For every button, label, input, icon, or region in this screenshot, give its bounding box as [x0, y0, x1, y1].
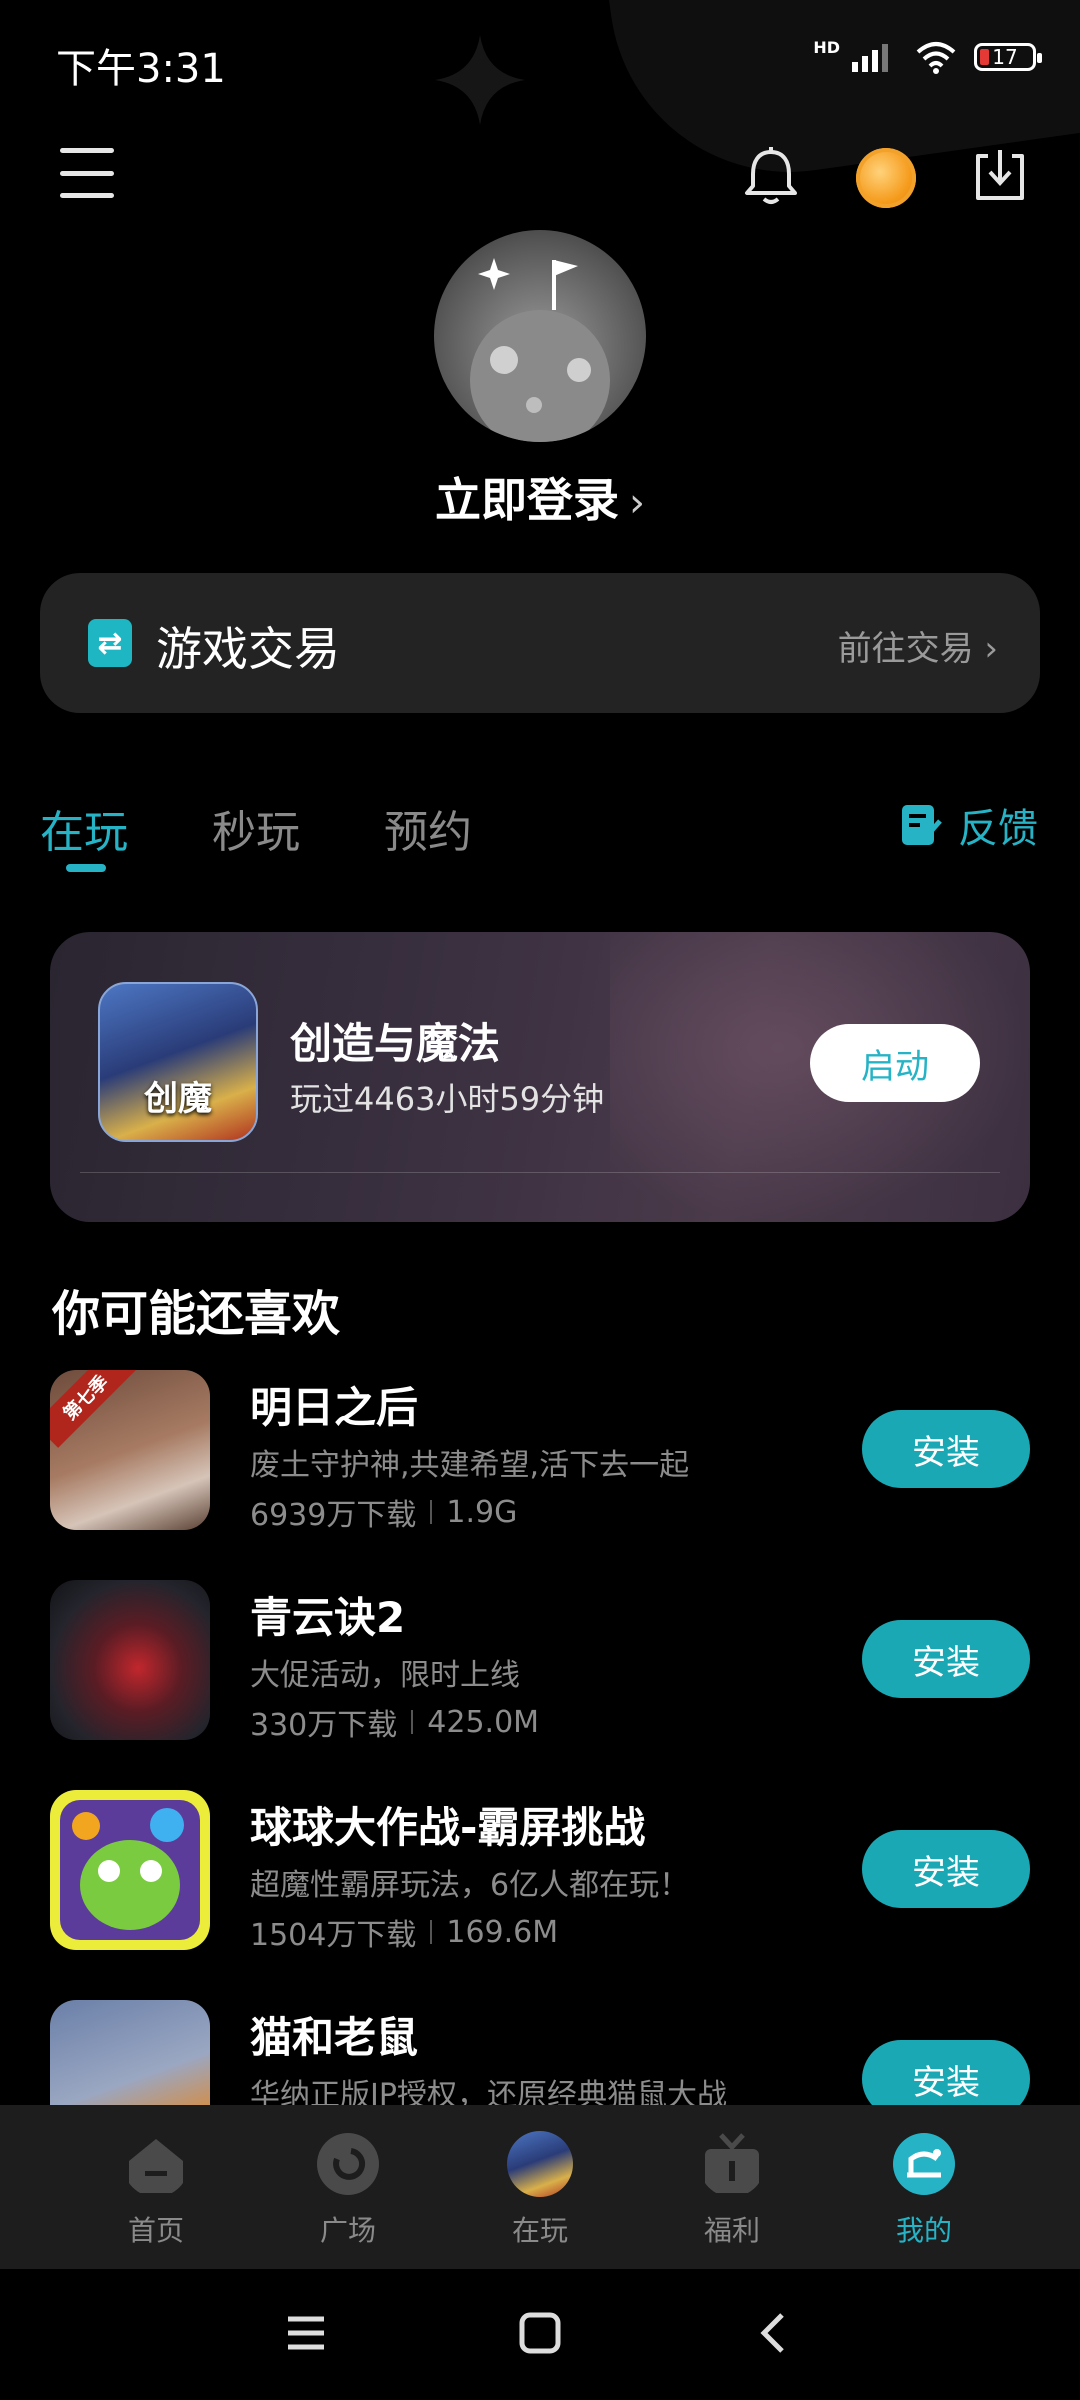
feedback-label: 反馈: [958, 806, 1038, 852]
app-icon: 第七季: [50, 1370, 210, 1530]
menu-button[interactable]: [60, 148, 114, 198]
game-playtime: 玩过4463小时59分钟: [290, 1080, 605, 1118]
signal-icon: [852, 44, 888, 72]
season-badge: 第七季: [50, 1370, 136, 1448]
coin-icon[interactable]: [856, 148, 916, 208]
bottom-nav: 首页 广场 在玩 福利 我的: [0, 2105, 1080, 2269]
bell-icon[interactable]: [742, 146, 800, 206]
nav-label: 广场: [319, 2214, 376, 2247]
login-label: 立即登录: [435, 473, 619, 527]
game-trade-card[interactable]: ⇄ 游戏交易 前往交易 ›: [40, 573, 1040, 713]
trade-title: 游戏交易: [156, 622, 340, 676]
feedback-icon: [902, 805, 942, 845]
gift-icon: [705, 2133, 759, 2193]
nav-playing[interactable]: 在玩: [470, 2131, 610, 2249]
app-meta: 6939万下载 1.9G: [250, 1490, 517, 1534]
launch-button[interactable]: 启动: [810, 1024, 980, 1102]
app-downloads: 1504万下载: [250, 1918, 417, 1953]
profile-icon: [893, 2133, 955, 2195]
home-button-icon[interactable]: [518, 2311, 562, 2355]
sparkle-decoration-icon: [435, 35, 525, 125]
app-icon: [50, 1790, 210, 1950]
install-button[interactable]: 安装: [862, 1830, 1030, 1908]
tab-indicator: [66, 864, 106, 872]
nav-label: 首页: [127, 2214, 184, 2247]
status-icons: HD 17: [813, 38, 1042, 74]
nav-label: 在玩: [511, 2214, 568, 2247]
list-item[interactable]: 球球大作战-霸屏挑战 超魔性霸屏玩法，6亿人都在玩！ 1504万下载 169.6M…: [0, 1790, 1080, 1960]
app-downloads: 6939万下载: [250, 1498, 417, 1533]
hd-indicator: HD: [813, 38, 840, 57]
playing-game-card[interactable]: 创魔 创造与魔法 玩过4463小时59分钟 启动: [50, 932, 1030, 1222]
list-item[interactable]: 青云诀2 大促活动，限时上线 330万下载 425.0M 安装: [0, 1580, 1080, 1750]
tab-reserve[interactable]: 预约: [384, 796, 472, 860]
game-icon: 创魔: [98, 982, 258, 1142]
download-icon[interactable]: [972, 146, 1028, 204]
app-name: 明日之后: [250, 1383, 419, 1432]
chevron-right-icon: ›: [629, 480, 645, 526]
system-nav-bar: [0, 2269, 1080, 2400]
app-name: 猫和老鼠: [250, 2013, 419, 2062]
app-meta: 330万下载 425.0M: [250, 1700, 539, 1744]
status-time: 下午3:31: [56, 46, 226, 92]
app-icon: [50, 1580, 210, 1740]
app-desc: 废土守护神,共建希望,活下去一起: [250, 1448, 690, 1483]
nav-welfare[interactable]: 福利: [662, 2131, 802, 2249]
swap-icon: ⇄: [88, 619, 132, 667]
battery-level: 17: [992, 45, 1018, 69]
back-icon[interactable]: [752, 2311, 796, 2355]
recent-apps-icon[interactable]: [284, 2311, 328, 2355]
feedback-button[interactable]: 反馈: [900, 796, 1038, 854]
app-size: 1.9G: [446, 1494, 518, 1530]
install-button[interactable]: 安装: [862, 1620, 1030, 1698]
app-size: 169.6M: [446, 1914, 559, 1950]
game-name: 创造与魔法: [290, 1019, 501, 1068]
home-icon: [129, 2139, 183, 2193]
game-icon-text: 创魔: [144, 1079, 212, 1119]
recommend-title: 你可能还喜欢: [52, 1286, 341, 1342]
nav-home[interactable]: 首页: [86, 2131, 226, 2249]
nav-label: 我的: [895, 2214, 952, 2247]
tab-instant[interactable]: 秒玩: [212, 796, 300, 860]
login-link[interactable]: 立即登录 ›: [0, 464, 1080, 530]
app-size: 425.0M: [427, 1704, 540, 1740]
list-item[interactable]: 第七季 明日之后 废土守护神,共建希望,活下去一起 6939万下载 1.9G 安装: [0, 1370, 1080, 1540]
planet-avatar-icon: [470, 258, 610, 442]
app-desc: 超魔性霸屏玩法，6亿人都在玩！: [250, 1868, 690, 1903]
playing-icon: [507, 2131, 573, 2197]
app-downloads: 330万下载: [250, 1708, 398, 1743]
app-name: 青云诀2: [250, 1593, 406, 1642]
install-button[interactable]: 安装: [862, 1410, 1030, 1488]
nav-label: 福利: [703, 2214, 760, 2247]
square-icon: [317, 2133, 379, 2195]
wifi-icon: [916, 42, 956, 74]
nav-mine[interactable]: 我的: [854, 2131, 994, 2249]
divider: [80, 1172, 1000, 1173]
trade-link[interactable]: 前往交易 ›: [838, 621, 998, 670]
app-desc: 大促活动，限时上线: [250, 1658, 520, 1693]
avatar[interactable]: [434, 230, 646, 442]
battery-icon: 17: [974, 43, 1042, 71]
app-meta: 1504万下载 169.6M: [250, 1910, 558, 1954]
tab-playing[interactable]: 在玩: [40, 796, 128, 860]
app-name: 球球大作战-霸屏挑战: [250, 1803, 646, 1852]
nav-square[interactable]: 广场: [278, 2131, 418, 2249]
